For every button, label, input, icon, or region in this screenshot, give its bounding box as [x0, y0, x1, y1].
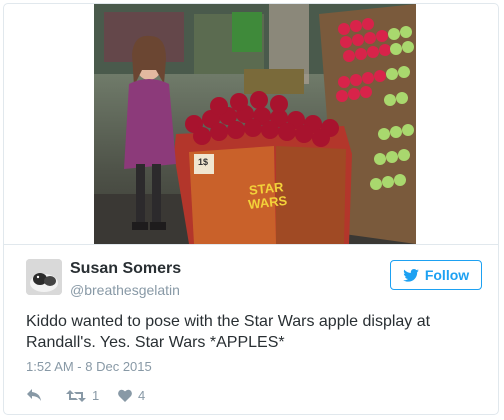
- tweet-text-line-2: Randall's. Yes. Star Wars *APPLES*: [26, 334, 285, 351]
- retweet-button[interactable]: 1: [66, 388, 99, 403]
- display-price-tag: 1$: [198, 157, 209, 167]
- tweet-text-line-1: Kiddo wanted to pose with the Star Wars …: [26, 313, 431, 330]
- avatar-dog-image: [26, 259, 62, 295]
- heart-icon: [118, 389, 132, 402]
- retweet-count: 1: [92, 388, 100, 403]
- reply-icon: [27, 389, 41, 401]
- reply-button[interactable]: [26, 388, 42, 402]
- tweet-card: 1$ STAR WARS Susan Somers @breathesgelat…: [3, 3, 499, 415]
- author-handle[interactable]: @breathesgelatin: [70, 282, 180, 298]
- twitter-bird-icon: [403, 268, 419, 282]
- author-name[interactable]: Susan Somers: [70, 260, 181, 278]
- follow-label: Follow: [424, 267, 470, 283]
- like-count: 4: [138, 388, 146, 403]
- follow-button[interactable]: Follow: [390, 260, 482, 290]
- tweet-text: Kiddo wanted to pose with the Star Wars …: [26, 311, 476, 353]
- avatar[interactable]: [26, 259, 62, 295]
- media-divider: [4, 244, 498, 245]
- tweet-photo[interactable]: 1$ STAR WARS: [94, 4, 416, 244]
- tweet-timestamp[interactable]: 1:52 AM - 8 Dec 2015: [26, 359, 152, 374]
- like-button[interactable]: 4: [118, 388, 145, 403]
- retweet-icon: [66, 389, 86, 402]
